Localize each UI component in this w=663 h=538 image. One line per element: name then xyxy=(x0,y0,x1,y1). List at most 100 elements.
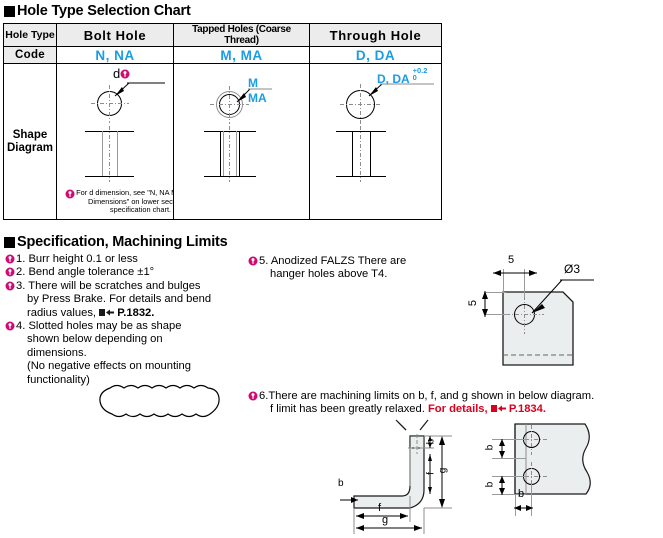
tapped-holes-drawing: M MA xyxy=(174,64,309,219)
note-marker-icon xyxy=(248,256,258,266)
hanger-hole-leader xyxy=(531,279,594,314)
plate-hole-upper-vcl xyxy=(531,425,532,455)
spec-item-2-body: 2. Bend angle tolerance ±1° xyxy=(16,266,155,279)
note-marker-icon xyxy=(120,69,130,79)
through-side-left-wall xyxy=(352,131,353,176)
spec-item-3: 3. There will be scratches and bulges by… xyxy=(5,280,250,320)
spec-item-6-line2: f limit has been greatly relaxed. For de… xyxy=(270,403,546,416)
hole-type-chart-heading: Hole Type Selection Chart xyxy=(4,3,191,19)
hole-type-table-wrap: Hole Type Bolt Hole Tapped Holes (Coarse… xyxy=(3,23,442,220)
table-shape-row: Shape Diagram d For d dimension, see "N,… xyxy=(3,63,442,220)
bolt-side-bottom-edge xyxy=(85,176,134,177)
note-marker-icon xyxy=(5,254,15,264)
note-marker-icon xyxy=(5,321,15,331)
spec-item-2: 2. Bend angle tolerance ±1° xyxy=(5,266,250,279)
code-bolt-hole: N, NA xyxy=(56,46,174,64)
bolt-hole-vertical-centerline xyxy=(109,85,110,123)
heading-square-icon xyxy=(4,5,15,17)
code-through-hole: D, DA xyxy=(309,46,442,64)
bolt-side-right-wall xyxy=(117,131,118,176)
tapped-side-top-edge xyxy=(204,131,256,132)
spec-item-6-body: 6.There are machining limits on b, f, an… xyxy=(259,390,595,416)
specification-heading: Specification, Machining Limits xyxy=(4,234,228,250)
spec-item-4-body: 4. Slotted holes may be as shape shown b… xyxy=(16,320,191,386)
spec-list-right: 5. Anodized FALZS There are hanger holes… xyxy=(248,255,488,282)
code-label: Code xyxy=(3,46,57,64)
bracket-label-f-bottom: f xyxy=(378,502,382,514)
tapped-side-wall-1 xyxy=(220,131,221,176)
hanger-hole-drawing: 5 5 Ø3 xyxy=(467,254,663,375)
page-reference-icon xyxy=(99,308,115,317)
tapped-holes-diagram-cell: M MA xyxy=(173,63,310,220)
through-hole-diagram-cell: D, DA +0.2 0 xyxy=(309,63,442,220)
hanger-hole-label: Ø3 xyxy=(564,262,581,276)
header-hole-type: Hole Type xyxy=(3,23,57,47)
bolt-side-left-wall xyxy=(102,131,103,176)
bracket-label-g-right: g xyxy=(437,467,449,474)
tapped-side-wall-2 xyxy=(223,131,224,176)
through-hole-vertical-centerline xyxy=(360,84,361,126)
slotted-hole-shape xyxy=(99,384,220,418)
through-side-right-wall xyxy=(370,131,371,176)
plate-label-b-lower: b xyxy=(484,481,496,488)
bolt-side-centerline xyxy=(109,126,110,182)
tapped-callout-m: M xyxy=(248,76,258,90)
bracket-label-b-top: b xyxy=(425,438,437,445)
bolt-hole-diagram-cell: d For d dimension, see "N, NA Machining … xyxy=(56,63,205,220)
bracket-label-b-left: b xyxy=(338,478,344,489)
spec-item-3-body: 3. There will be scratches and bulges by… xyxy=(16,279,212,319)
bolt-hole-horizontal-centerline xyxy=(91,103,129,104)
spec-item-5: 5. Anodized FALZS There are hanger holes… xyxy=(248,255,488,282)
note-marker-icon xyxy=(5,267,15,277)
through-hole-callout: D, DA +0.2 0 xyxy=(377,66,428,87)
spec-item-6: 6.There are machining limits on b, f, an… xyxy=(248,390,658,417)
hanger-dim-top-label: 5 xyxy=(508,254,515,266)
hanger-dim-left-arrow xyxy=(482,291,488,317)
through-hole-drawing: D, DA +0.2 0 xyxy=(310,64,441,219)
tapped-side-wall-3 xyxy=(236,131,237,176)
plate-holes-drawing: b b b xyxy=(485,422,663,538)
note-marker-icon xyxy=(65,189,75,199)
page-reference-icon xyxy=(490,404,506,413)
tapped-side-centerline xyxy=(229,126,230,182)
bolt-hole-callout: d xyxy=(113,66,130,81)
header-through-hole: Through Hole xyxy=(309,23,442,47)
through-hole-tolerance: +0.2 0 xyxy=(412,66,428,83)
tapped-side-bottom-edge xyxy=(204,176,256,177)
through-hole-horizontal-centerline xyxy=(340,104,382,105)
spec-item-6-red-text: For details, xyxy=(427,403,488,416)
specification-title: Specification, Machining Limits xyxy=(17,234,228,250)
through-side-bottom-edge xyxy=(336,176,386,177)
plate-label-b-bottom: b xyxy=(518,488,525,500)
note-marker-icon xyxy=(5,281,15,291)
through-side-top-edge xyxy=(336,131,386,132)
spec-list-left: 1. Burr height 0.1 or less 2. Bend angle… xyxy=(5,253,250,387)
spec-item-1-body: 1. Burr height 0.1 or less xyxy=(16,253,138,265)
hanger-hole-vertical-centerline xyxy=(524,296,525,334)
tapped-hole-vertical-centerline xyxy=(229,86,230,124)
spec-item-1: 1. Burr height 0.1 or less xyxy=(5,253,250,266)
shape-diagram-label-cell: Shape Diagram xyxy=(3,63,57,220)
spec-item-4: 4. Slotted holes may be as shape shown b… xyxy=(5,320,250,387)
hanger-dim-left-label: 5 xyxy=(467,299,479,307)
heading-square-icon xyxy=(4,236,15,248)
code-tapped-holes: M, MA xyxy=(173,46,310,64)
page-reference-1834[interactable]: P.1834. xyxy=(509,403,546,415)
bracket-dim-b-left xyxy=(340,497,358,503)
shape-diagram-label: Shape Diagram xyxy=(6,128,54,154)
note-marker-icon xyxy=(248,391,258,401)
spec-item-5-body: 5. Anodized FALZS There are hanger holes… xyxy=(259,255,407,281)
bracket-label-g-bottom: g xyxy=(382,514,389,526)
tapped-callout-ma: MA xyxy=(248,91,267,105)
bracket-label-f-vert: f xyxy=(425,472,437,475)
table-code-row: Code N, NA M, MA D, DA xyxy=(3,46,442,64)
hole-type-chart-title: Hole Type Selection Chart xyxy=(17,3,191,19)
table-header-row: Hole Type Bolt Hole Tapped Holes (Coarse… xyxy=(3,23,442,47)
tapped-side-wall-4 xyxy=(239,131,240,176)
plate-label-b-upper: b xyxy=(484,444,496,451)
spec-item-3-line3: radius values, P.1832. xyxy=(27,306,155,319)
plate-dim-b-lower xyxy=(499,476,505,495)
header-tapped-holes: Tapped Holes (Coarse Thread) xyxy=(173,23,310,47)
plate-dim-b-bottom xyxy=(514,505,533,511)
page-reference-1832[interactable]: P.1832. xyxy=(117,307,154,319)
